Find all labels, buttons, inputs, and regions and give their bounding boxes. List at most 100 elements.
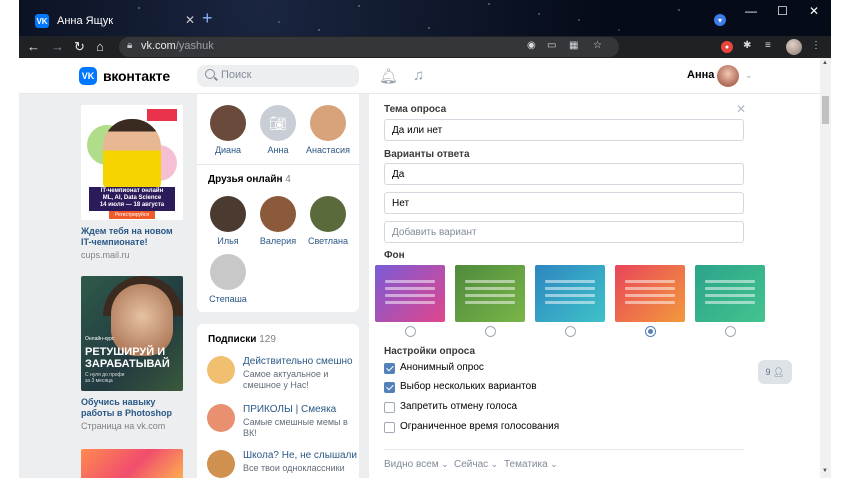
friend-name[interactable]: Степаша (203, 294, 253, 304)
location-icon[interactable]: ◉ (527, 40, 536, 51)
ad-domain: Страница на vk.com (81, 421, 166, 431)
address-bar[interactable]: 🔒︎ vk.com/yashuk ◉ ▭ ▦ ☆ (119, 37, 619, 57)
subscription-name[interactable]: Действительно смешно (243, 356, 353, 367)
ad-block[interactable]: Онлайн-курс РЕТУШИРУЙ И ЗАРАБАТЫВАЙ С ну… (81, 276, 183, 431)
forward-icon[interactable]: → (51, 39, 64, 55)
subscription-name[interactable]: ПРИКОЛЫ | Смеяка (243, 404, 336, 415)
media-queue-icon[interactable]: ≡ (765, 40, 771, 51)
ad-block[interactable]: IT-чемпионат онлайн ML, AI, Data Science… (81, 105, 183, 260)
background-radio[interactable] (565, 326, 576, 337)
multiple-choice-label[interactable]: Выбор нескольких вариантов (400, 381, 537, 392)
home-icon[interactable]: ⌂ (96, 39, 104, 55)
friend-item[interactable]: Валерия (253, 196, 303, 246)
scroll-up-icon[interactable]: ▲ (822, 60, 828, 66)
background-option[interactable] (455, 265, 525, 322)
anonymous-label[interactable]: Анонимный опрос (400, 362, 484, 373)
tab-close-icon[interactable]: ✕ (185, 13, 195, 27)
friend-item[interactable]: Диана (203, 105, 253, 155)
extensions-puzzle-icon[interactable]: ✱ (743, 40, 751, 51)
background-option[interactable] (375, 265, 445, 322)
chevron-down-icon[interactable]: ⌄ (745, 70, 753, 81)
friend-name[interactable]: Диана (203, 145, 253, 155)
ad-image[interactable]: Онлайн-курс РЕТУШИРУЙ И ЗАРАБАТЫВАЙ С ну… (81, 276, 183, 391)
friend-name[interactable]: Илья (203, 236, 253, 246)
user-avatar[interactable] (717, 65, 739, 87)
minimize-icon[interactable]: — (745, 4, 757, 18)
new-tab-icon[interactable]: + (202, 9, 213, 27)
friend-name[interactable]: Анастасия (303, 145, 353, 155)
tab-search-icon[interactable]: ▾ (714, 14, 726, 26)
reload-icon[interactable]: ↻ (74, 39, 85, 55)
scrollbar-thumb[interactable] (822, 96, 829, 124)
poll-option-input[interactable]: Да (384, 163, 744, 185)
close-window-icon[interactable]: ✕ (809, 4, 819, 18)
friend-item[interactable]: Илья (203, 196, 253, 246)
page-scrollbar[interactable]: ▲ ▼ (820, 58, 831, 478)
time-limit-label[interactable]: Ограниченное время голосования (400, 421, 559, 432)
subscription-avatar[interactable] (207, 356, 235, 384)
camera-placeholder-icon[interactable]: 📷︎ (260, 105, 296, 141)
background-option[interactable] (695, 265, 765, 322)
friend-name[interactable]: Валерия (253, 236, 303, 246)
browser-tab[interactable]: VK Анна Ящук ✕ (27, 6, 197, 36)
friend-name[interactable]: Анна (253, 145, 303, 155)
disable-revote-label[interactable]: Запретить отмену голоса (400, 401, 517, 412)
vk-logo[interactable]: VK вконтакте (79, 67, 170, 85)
browser-menu-icon[interactable]: ⋮ (811, 40, 821, 51)
qr-icon[interactable]: ▦ (569, 40, 578, 51)
friend-avatar[interactable] (310, 105, 346, 141)
chat-badge[interactable]: 9 👤︎ (758, 360, 792, 384)
friend-avatar[interactable] (310, 196, 346, 232)
background-radio[interactable] (725, 326, 736, 337)
profile-avatar[interactable] (786, 39, 802, 55)
friend-item[interactable]: 📷︎ Анна (253, 105, 303, 155)
music-note-icon[interactable]: ♫ (413, 67, 424, 84)
subscription-desc: Все твои одноклассники (243, 463, 345, 473)
disable-revote-checkbox[interactable] (384, 402, 395, 413)
friend-avatar[interactable] (210, 105, 246, 141)
anonymous-checkbox[interactable] (384, 363, 395, 374)
poll-option-input[interactable]: Нет (384, 192, 744, 214)
background-radio[interactable] (645, 326, 656, 337)
maximize-icon[interactable]: ☐ (777, 4, 788, 18)
extension-red-icon[interactable]: ● (721, 41, 733, 53)
subscription-avatar[interactable] (207, 450, 235, 478)
cast-icon[interactable]: ▭ (547, 40, 556, 51)
search-input[interactable]: Поиск (197, 65, 359, 87)
ad-title[interactable]: Обучись навыку работы в Photoshop (81, 397, 183, 419)
background-option[interactable] (535, 265, 605, 322)
ad-cta[interactable]: Регистрируйся (109, 211, 155, 219)
friend-name[interactable]: Светлана (303, 236, 353, 246)
subscription-avatar[interactable] (207, 404, 235, 432)
schedule-dropdown[interactable]: Сейчас (454, 459, 498, 470)
background-option[interactable] (615, 265, 685, 322)
subscriptions-title[interactable]: Подписки 129 (208, 334, 276, 345)
add-option-input[interactable]: Добавить вариант (384, 221, 744, 243)
ad-block[interactable] (81, 449, 183, 478)
friend-avatar[interactable] (210, 254, 246, 290)
online-friends-title[interactable]: Друзья онлайн 4 (208, 174, 291, 185)
poll-topic-input[interactable]: Да или нет (384, 119, 744, 141)
notifications-bell-icon[interactable]: 🔔︎ (379, 67, 398, 85)
friend-item[interactable]: Анастасия (303, 105, 353, 155)
ad-sub: С нуля до профи за 3 месяца (85, 372, 125, 384)
friend-item[interactable]: Светлана (303, 196, 353, 246)
friend-avatar[interactable] (260, 196, 296, 232)
ad-image[interactable]: IT-чемпионат онлайн ML, AI, Data Science… (81, 105, 183, 220)
scroll-down-icon[interactable]: ▼ (822, 468, 828, 474)
multiple-choice-checkbox[interactable] (384, 382, 395, 393)
ad-image[interactable] (81, 449, 183, 478)
user-name[interactable]: Анна (687, 69, 714, 81)
topic-dropdown[interactable]: Тематика (504, 459, 558, 470)
friend-item[interactable]: Степаша (203, 254, 253, 304)
background-radio[interactable] (405, 326, 416, 337)
close-icon[interactable]: ✕ (736, 102, 746, 116)
ad-title[interactable]: Ждем тебя на новом IT-чемпионате! (81, 226, 183, 248)
back-icon[interactable]: ← (27, 39, 40, 55)
time-limit-checkbox[interactable] (384, 422, 395, 433)
visibility-dropdown[interactable]: Видно всем (384, 459, 449, 470)
bookmark-star-icon[interactable]: ☆ (593, 40, 602, 51)
friend-avatar[interactable] (210, 196, 246, 232)
subscription-name[interactable]: Школа? Не, не слышали (243, 450, 357, 461)
background-radio[interactable] (485, 326, 496, 337)
